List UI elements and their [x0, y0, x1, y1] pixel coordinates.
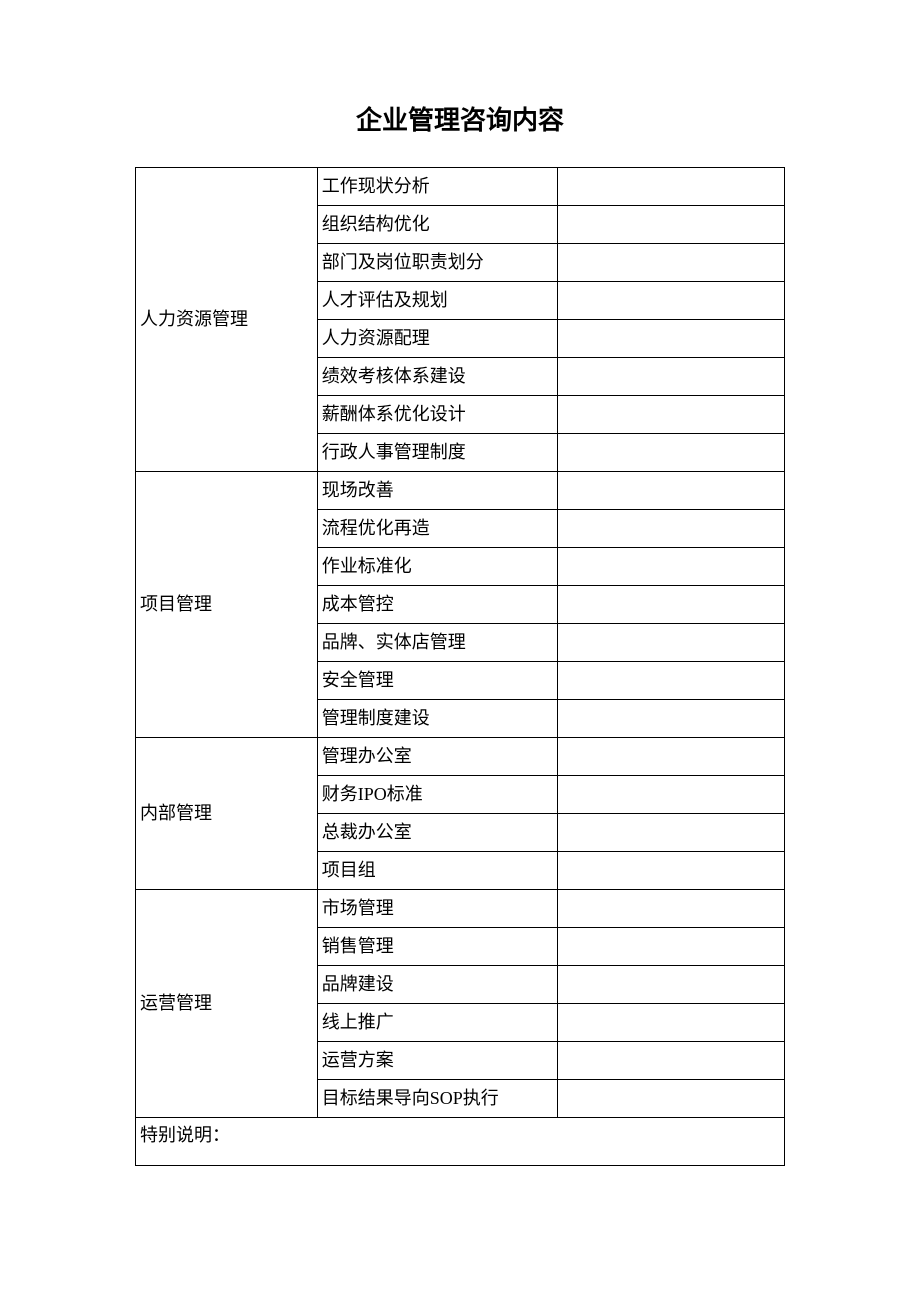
item-cell: 目标结果导向SOP执行 — [317, 1080, 557, 1118]
item-cell: 行政人事管理制度 — [317, 434, 557, 472]
item-cell: 项目组 — [317, 852, 557, 890]
category-project: 项目管理 — [136, 472, 318, 738]
remark-cell — [557, 890, 784, 928]
category-operation: 运营管理 — [136, 890, 318, 1118]
remark-cell — [557, 814, 784, 852]
category-internal: 内部管理 — [136, 738, 318, 890]
item-cell: 流程优化再造 — [317, 510, 557, 548]
item-cell: 工作现状分析 — [317, 168, 557, 206]
category-hr: 人力资源管理 — [136, 168, 318, 472]
remark-cell — [557, 700, 784, 738]
remark-cell — [557, 1004, 784, 1042]
remark-cell — [557, 434, 784, 472]
remark-cell — [557, 586, 784, 624]
footer-note: 特别说明： — [136, 1118, 785, 1166]
remark-cell — [557, 776, 784, 814]
item-cell: 部门及岗位职责划分 — [317, 244, 557, 282]
remark-cell — [557, 662, 784, 700]
item-cell: 成本管控 — [317, 586, 557, 624]
remark-cell — [557, 928, 784, 966]
remark-cell — [557, 358, 784, 396]
item-cell: 绩效考核体系建设 — [317, 358, 557, 396]
item-cell: 线上推广 — [317, 1004, 557, 1042]
item-cell: 薪酬体系优化设计 — [317, 396, 557, 434]
remark-cell — [557, 244, 784, 282]
page-title: 企业管理咨询内容 — [135, 100, 785, 137]
remark-cell — [557, 1042, 784, 1080]
item-cell: 运营方案 — [317, 1042, 557, 1080]
item-cell: 销售管理 — [317, 928, 557, 966]
remark-cell — [557, 282, 784, 320]
item-cell: 总裁办公室 — [317, 814, 557, 852]
remark-cell — [557, 548, 784, 586]
item-cell: 市场管理 — [317, 890, 557, 928]
item-cell: 现场改善 — [317, 472, 557, 510]
remark-cell — [557, 624, 784, 662]
item-cell: 品牌、实体店管理 — [317, 624, 557, 662]
remark-cell — [557, 852, 784, 890]
item-cell: 财务IPO标准 — [317, 776, 557, 814]
remark-cell — [557, 396, 784, 434]
item-cell: 管理制度建设 — [317, 700, 557, 738]
remark-cell — [557, 966, 784, 1004]
remark-cell — [557, 738, 784, 776]
item-cell: 作业标准化 — [317, 548, 557, 586]
content-table: 人力资源管理 工作现状分析 组织结构优化 部门及岗位职责划分 人才评估及规划 人… — [135, 167, 785, 1166]
remark-cell — [557, 510, 784, 548]
remark-cell — [557, 472, 784, 510]
item-cell: 组织结构优化 — [317, 206, 557, 244]
item-cell: 管理办公室 — [317, 738, 557, 776]
remark-cell — [557, 320, 784, 358]
item-cell: 品牌建设 — [317, 966, 557, 1004]
item-cell: 人力资源配理 — [317, 320, 557, 358]
remark-cell — [557, 206, 784, 244]
item-cell: 安全管理 — [317, 662, 557, 700]
remark-cell — [557, 1080, 784, 1118]
item-cell: 人才评估及规划 — [317, 282, 557, 320]
remark-cell — [557, 168, 784, 206]
